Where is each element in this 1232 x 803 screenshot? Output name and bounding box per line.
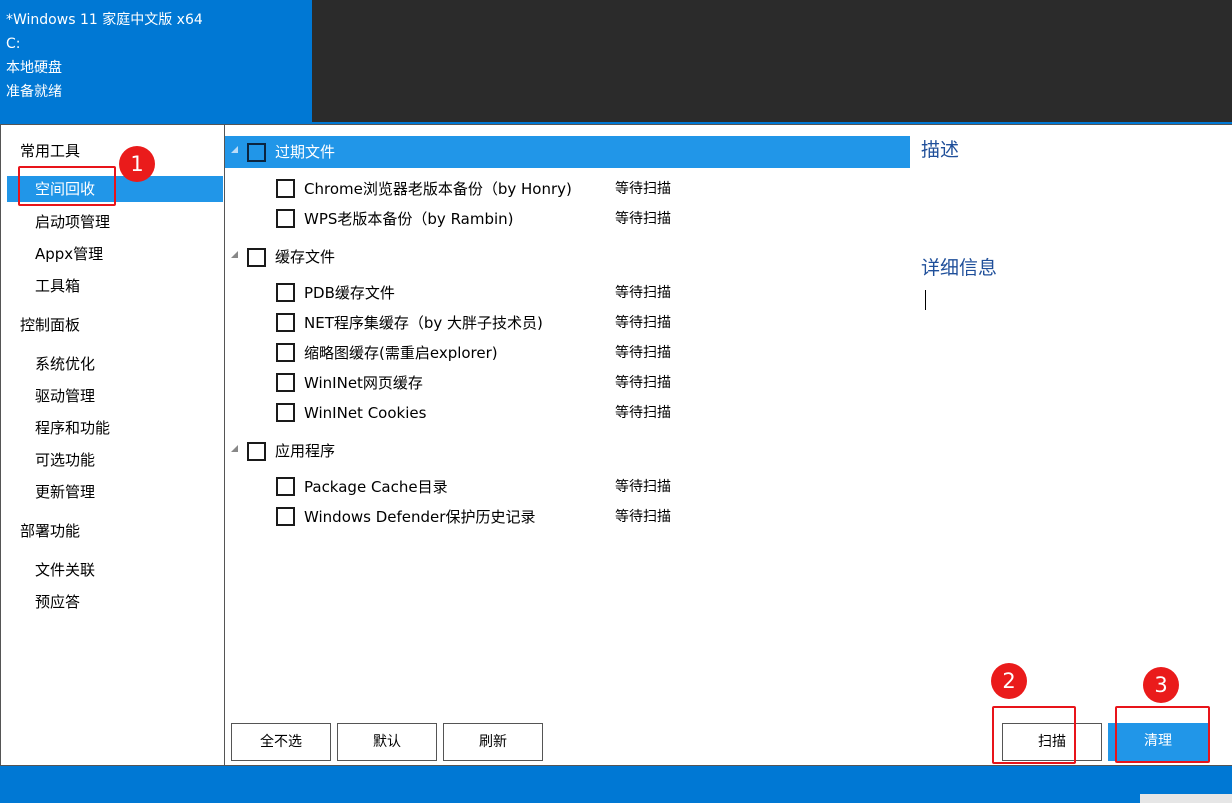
nav-item-programs-features[interactable]: 程序和功能 xyxy=(35,415,110,441)
nav-item-optional-features[interactable]: 可选功能 xyxy=(35,447,95,473)
collapse-triangle-icon[interactable] xyxy=(231,146,238,153)
nav-item-startup-manager[interactable]: 启动项管理 xyxy=(35,209,110,235)
item-label: Chrome浏览器老版本备份（by Honry) xyxy=(304,180,572,198)
annotation-marker-2: 2 xyxy=(991,663,1027,699)
list-item[interactable]: PDB缓存文件 等待扫描 xyxy=(276,278,876,308)
group-applications[interactable]: 应用程序 xyxy=(225,435,910,467)
nav-item-driver-manager[interactable]: 驱动管理 xyxy=(35,383,95,409)
item-checkbox[interactable] xyxy=(276,507,295,526)
status-header: *Windows 11 家庭中文版 x64 C: 本地硬盘 准备就绪 xyxy=(0,0,312,122)
item-label: Windows Defender保护历史记录 xyxy=(304,508,536,526)
item-status: 等待扫描 xyxy=(615,509,671,525)
nav-item-system-optimize[interactable]: 系统优化 xyxy=(35,351,95,377)
item-status: 等待扫描 xyxy=(615,405,671,421)
description-heading: 描述 xyxy=(921,139,960,161)
bottom-bar xyxy=(0,766,1232,803)
item-checkbox[interactable] xyxy=(276,477,295,496)
item-checkbox[interactable] xyxy=(276,313,295,332)
item-label: WinINet网页缓存 xyxy=(304,374,423,392)
item-label: WPS老版本备份（by Rambin) xyxy=(304,210,514,228)
nav-item-update-manager[interactable]: 更新管理 xyxy=(35,479,95,505)
item-status: 等待扫描 xyxy=(615,181,671,197)
nav-item-file-association[interactable]: 文件关联 xyxy=(35,557,95,583)
list-item[interactable]: Chrome浏览器老版本备份（by Honry) 等待扫描 xyxy=(276,174,876,204)
item-label: NET程序集缓存（by 大胖子技术员) xyxy=(304,314,543,332)
list-item[interactable]: WPS老版本备份（by Rambin) 等待扫描 xyxy=(276,204,876,234)
group-checkbox[interactable] xyxy=(247,248,266,267)
nav-section-control-panel: 控制面板 xyxy=(20,316,81,334)
group-checkbox[interactable] xyxy=(247,442,266,461)
group-checkbox[interactable] xyxy=(247,143,266,162)
item-status: 等待扫描 xyxy=(615,375,671,391)
item-label: PDB缓存文件 xyxy=(304,284,395,302)
list-item[interactable]: WinINet网页缓存 等待扫描 xyxy=(276,368,876,398)
item-checkbox[interactable] xyxy=(276,283,295,302)
drive-letter-text: C: xyxy=(6,36,21,52)
annotation-box-1 xyxy=(18,166,116,206)
refresh-button[interactable]: 刷新 xyxy=(443,723,543,761)
collapse-triangle-icon[interactable] xyxy=(231,251,238,258)
annotation-marker-1: 1 xyxy=(119,146,155,182)
list-item[interactable]: NET程序集缓存（by 大胖子技术员) 等待扫描 xyxy=(276,308,876,338)
item-checkbox[interactable] xyxy=(276,209,295,228)
nav-item-toolbox[interactable]: 工具箱 xyxy=(35,273,80,299)
group-label: 过期文件 xyxy=(275,143,336,161)
group-label: 缓存文件 xyxy=(275,248,336,266)
status-text: 准备就绪 xyxy=(6,84,62,100)
item-label: 缩略图缓存(需重启explorer) xyxy=(304,344,498,362)
item-status: 等待扫描 xyxy=(615,479,671,495)
default-button[interactable]: 默认 xyxy=(337,723,437,761)
deselect-all-button[interactable]: 全不选 xyxy=(231,723,331,761)
item-status: 等待扫描 xyxy=(615,285,671,301)
item-status: 等待扫描 xyxy=(615,315,671,331)
item-checkbox[interactable] xyxy=(276,373,295,392)
item-status: 等待扫描 xyxy=(615,211,671,227)
details-heading: 详细信息 xyxy=(921,257,998,279)
item-checkbox[interactable] xyxy=(276,343,295,362)
item-status: 等待扫描 xyxy=(615,345,671,361)
list-item[interactable]: Package Cache目录 等待扫描 xyxy=(276,472,876,502)
group-label: 应用程序 xyxy=(275,442,336,460)
group-cache-files[interactable]: 缓存文件 xyxy=(225,241,910,273)
item-label: WinINet Cookies xyxy=(304,404,427,422)
item-checkbox[interactable] xyxy=(276,403,295,422)
list-item[interactable]: Windows Defender保护历史记录 等待扫描 xyxy=(276,502,876,532)
list-item[interactable]: WinINet Cookies 等待扫描 xyxy=(276,398,876,428)
nav-item-appx-manager[interactable]: Appx管理 xyxy=(35,241,103,267)
nav-section-common-tools: 常用工具 xyxy=(20,142,81,160)
nav-item-answer-file[interactable]: 预应答 xyxy=(35,589,80,615)
text-cursor xyxy=(925,290,926,310)
taskbar-corner xyxy=(1140,794,1232,803)
nav-section-deployment: 部署功能 xyxy=(20,522,81,540)
item-label: Package Cache目录 xyxy=(304,478,448,496)
annotation-marker-3: 3 xyxy=(1143,667,1179,703)
collapse-triangle-icon[interactable] xyxy=(231,445,238,452)
cleanup-list: 过期文件 Chrome浏览器老版本备份（by Honry) 等待扫描 WPS老版… xyxy=(225,124,910,766)
item-checkbox[interactable] xyxy=(276,179,295,198)
group-expired-files[interactable]: 过期文件 xyxy=(225,136,910,168)
list-item[interactable]: 缩略图缓存(需重启explorer) 等待扫描 xyxy=(276,338,876,368)
sidebar-nav: 常用工具 空间回收 启动项管理 Appx管理 工具箱 控制面板 系统优化 驱动管… xyxy=(0,124,225,766)
details-panel: 描述 详细信息 扫描 清理 xyxy=(910,124,1232,766)
annotation-box-3 xyxy=(1115,706,1210,763)
drive-type-text: 本地硬盘 xyxy=(6,60,62,76)
os-version-text: *Windows 11 家庭中文版 x64 xyxy=(6,12,203,28)
header-dark-panel xyxy=(312,0,1232,122)
annotation-box-2 xyxy=(992,706,1076,764)
